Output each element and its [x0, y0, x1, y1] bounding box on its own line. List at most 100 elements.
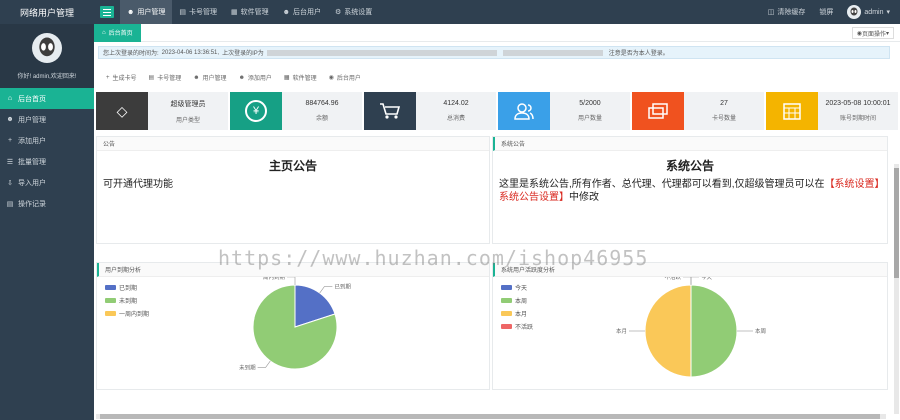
- stat-card-expiry: 2023-05-08 10:00:01 账号到期时间: [766, 92, 898, 130]
- pie-label: 已到期: [334, 284, 351, 291]
- system-announcement-panel: 系统公告 系统公告 这里是系统公告,所有作者、总代理、代理都可以看到,仅超级管理…: [492, 136, 888, 244]
- panel-header: 系统公告: [493, 137, 887, 151]
- sidebar-item-operation-log[interactable]: ▤ 操作记录: [0, 193, 94, 214]
- sidebar-item-batch-management[interactable]: ☰ 批量管理: [0, 151, 94, 172]
- top-right: ◫ 清除缓存 锁屏 admin ▾: [768, 5, 900, 19]
- pie-slice[interactable]: [644, 284, 692, 378]
- stat-card-user-type: ◇ 超级管理员 用户类型: [96, 92, 228, 130]
- announcement-panel: 公告 主页公告 可开通代理功能: [96, 136, 490, 244]
- quicklink-user-management[interactable]: ☻ 用户管理: [193, 73, 226, 83]
- user-expiry-chart-panel: 用户到期分析 已到期 未到期 一周内到期 已到期 未到期 一周内到期: [96, 262, 490, 390]
- clear-cache-button[interactable]: ◫ 清除缓存: [768, 7, 806, 17]
- pie-label-line: [257, 360, 271, 368]
- avatar: [32, 32, 62, 63]
- users-icon: [498, 92, 550, 130]
- stat-card-user-count: 5/2000 用户数量: [498, 92, 630, 130]
- stat-card-balance: ¥ 884764.96 余额: [230, 92, 362, 130]
- user-icon: ☻: [193, 74, 200, 81]
- import-icon: ⇩: [7, 179, 13, 187]
- sidebar-item-add-user[interactable]: + 添加用户: [0, 130, 94, 151]
- pie-label: 本周: [755, 327, 766, 335]
- page-operations-button[interactable]: ◉ 页面操作 ▾: [851, 27, 894, 39]
- quicklink-admin-users[interactable]: ◉ 后台用户: [329, 73, 361, 82]
- sidebar: 你好! admin,欢迎回来! ⌂ 后台首页 ☻ 用户管理 + 添加用户 ☰ 批量管理 …: [0, 24, 94, 420]
- user-menu[interactable]: admin ▾: [847, 5, 890, 19]
- topnav-admin-users[interactable]: ☻ 后台用户: [276, 0, 328, 24]
- user-icon: ☻: [6, 116, 14, 123]
- add-user-icon: ☻: [238, 74, 245, 81]
- list-icon: ☰: [6, 158, 14, 166]
- main-content: ⌂ 后台首页 ◉ 页面操作 ▾ 您上次登录的时间为: 2023-04-06 13:36…: [94, 23, 900, 420]
- yen-icon: ¥: [230, 92, 282, 130]
- grid-icon: ▦: [283, 75, 290, 81]
- announcement-title: 主页公告: [268, 159, 317, 173]
- profile: 你好! admin,欢迎回来!: [0, 24, 94, 88]
- tab-home[interactable]: ⌂ 后台首页: [94, 23, 141, 42]
- cart-icon: [364, 92, 416, 130]
- user-icon: ☻: [127, 8, 135, 16]
- announcement-body: 可开通代理功能: [103, 179, 173, 190]
- avatar-icon: [847, 5, 862, 19]
- calendar-icon: [766, 92, 818, 130]
- sidebar-item-import-users[interactable]: ⇩ 导入用户: [0, 172, 94, 193]
- activity-pie-chart: 今天本周 本月 不活跃: [616, 277, 766, 378]
- trash-icon: ◫: [767, 9, 775, 16]
- chevron-down-icon: ▾: [885, 30, 889, 37]
- sidebar-item-user-management[interactable]: ☻ 用户管理: [0, 109, 94, 130]
- alien-avatar-icon: [39, 37, 55, 56]
- system-announcement-body: 这里是系统公告,所有作者、总代理、代理都可以看到,仅超级管理员可以在【系统设置】…: [499, 179, 880, 203]
- card-icon: ▤: [179, 9, 186, 16]
- redacted-ip: [266, 49, 497, 56]
- pie-label-line: [690, 277, 699, 285]
- plus-icon: +: [7, 137, 13, 144]
- pie-label-line: [287, 277, 296, 285]
- plus-icon: +: [106, 74, 110, 81]
- pie-label: 本月: [616, 327, 627, 335]
- quick-links: + 生成卡号 ▤ 卡号管理 ☻ 用户管理 ☻ 添加用户 ▦ 软件管理 ◉ 后台用户: [106, 73, 361, 83]
- top-nav: ☻ 用户管理 ▤ 卡号管理 ▦ 软件管理 ☻ 后台用户 ⚙ 系统设置: [120, 0, 379, 24]
- pie-label: 未到期: [239, 363, 256, 371]
- login-notice: 您上次登录的时间为: 2023-04-06 13:36:51, 上次登录的IP为…: [98, 46, 890, 59]
- lock-screen-button[interactable]: 锁屏: [819, 7, 833, 17]
- pie-label-line: [683, 277, 692, 285]
- card-icon: [632, 92, 684, 130]
- topnav-system-settings[interactable]: ⚙ 系统设置: [328, 0, 379, 24]
- doc-icon: ▤: [6, 200, 14, 208]
- menu-toggle-button[interactable]: [100, 6, 114, 18]
- stat-card-card-count: 27 卡号数量: [632, 92, 764, 130]
- panel-header: 用户到期分析: [97, 263, 489, 277]
- card-icon: ▤: [148, 75, 155, 81]
- quicklink-add-user[interactable]: ☻ 添加用户: [238, 73, 272, 83]
- stats-cards: ◇ 超级管理员 用户类型 ¥ 884764.96 余额 4124.02 总消费 5/2…: [96, 92, 898, 130]
- pie-label: 不活跃: [664, 277, 681, 281]
- app-title: 网络用户管理: [19, 7, 74, 18]
- grid-icon: ▦: [231, 9, 238, 16]
- vertical-scrollbar[interactable]: [894, 164, 899, 414]
- panel-header: 系统用户活跃度分析: [493, 263, 887, 277]
- pie-label: 今天: [701, 277, 713, 281]
- panel-header: 公告: [97, 137, 489, 151]
- topnav-card-management[interactable]: ▤ 卡号管理: [172, 0, 224, 24]
- top-bar: 网络用户管理 ☻ 用户管理 ▤ 卡号管理 ▦ 软件管理 ☻ 后台用户 ⚙ 系统设置 ◫ 清除…: [0, 0, 900, 24]
- user-icon: ☻: [282, 8, 290, 16]
- gear-icon: ⚙: [335, 9, 342, 16]
- chevron-down-icon: ▾: [886, 9, 890, 16]
- topnav-user-management[interactable]: ☻ 用户管理: [120, 0, 173, 24]
- quicklink-software-management[interactable]: ▦ 软件管理: [284, 73, 317, 82]
- sidebar-item-home[interactable]: ⌂ 后台首页: [0, 88, 94, 109]
- stat-card-total-spend: 4124.02 总消费: [364, 92, 496, 130]
- system-announcement-title: 系统公告: [665, 159, 714, 173]
- expiry-pie-chart: 已到期未到期 一周内到期: [239, 277, 351, 371]
- redacted-text: [502, 49, 603, 56]
- home-icon: ⌂: [7, 95, 13, 102]
- diamond-icon: ◇: [96, 92, 148, 130]
- quicklink-generate-cards[interactable]: + 生成卡号: [106, 73, 137, 83]
- quicklink-card-management[interactable]: ▤ 卡号管理: [149, 73, 182, 82]
- tabs-bar: ⌂ 后台首页 ◉ 页面操作 ▾: [94, 23, 900, 42]
- pie-slice[interactable]: [690, 284, 738, 378]
- admin-icon: ◉: [328, 75, 334, 81]
- greeting-text: 你好! admin,欢迎回来!: [17, 73, 77, 80]
- pie-label-line: [319, 286, 333, 294]
- topnav-software-management[interactable]: ▦ 软件管理: [224, 0, 276, 24]
- horizontal-scrollbar[interactable]: [96, 414, 886, 419]
